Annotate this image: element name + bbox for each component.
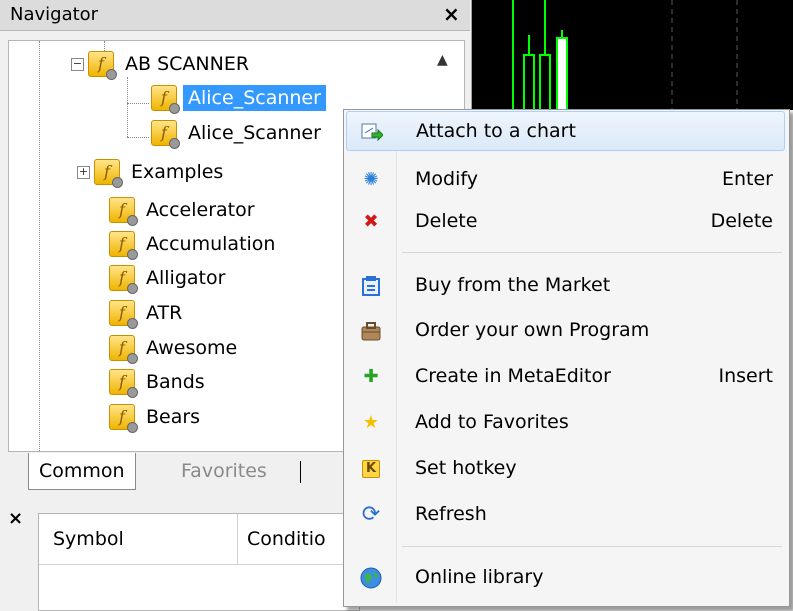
column-divider[interactable] <box>237 514 238 564</box>
navigator-close-icon[interactable]: × <box>443 2 460 26</box>
navigator-titlebar: Navigator × <box>0 0 470 31</box>
candle-body <box>523 54 535 110</box>
tree-item-alligator[interactable]: f Alligator <box>109 261 230 295</box>
indicator-icon: f <box>94 159 123 188</box>
tree-item-alice-scanner-1[interactable]: f Alice_Scanner <box>151 81 326 115</box>
menu-item-shortcut: Enter <box>722 168 773 190</box>
tree-guide-line <box>127 77 128 137</box>
expand-icon[interactable]: + <box>77 165 90 179</box>
bottom-panel-close-icon[interactable]: × <box>8 508 23 529</box>
column-header-symbol[interactable]: Symbol <box>53 514 124 564</box>
tree-item-alice-scanner-2[interactable]: f Alice_Scanner <box>151 116 326 150</box>
tree-item-label: ATR <box>146 302 183 324</box>
refresh-icon: ⟳ <box>361 502 381 527</box>
briefcase-icon <box>360 320 382 342</box>
tree-item-label: Awesome <box>146 337 238 359</box>
tree-item-label: Alice_Scanner <box>183 85 326 111</box>
tree-folder-ab-scanner[interactable]: − f AB SCANNER <box>71 47 254 81</box>
menu-item-label: Modify <box>415 168 478 190</box>
indicator-icon: f <box>109 265 138 294</box>
tree-guide-line <box>127 137 149 138</box>
chart-area[interactable] <box>472 0 793 110</box>
tree-item-label: Alice_Scanner <box>188 122 321 144</box>
tree-folder-examples[interactable]: + f Examples <box>77 155 228 189</box>
tree-item-bears[interactable]: f Bears <box>109 400 205 434</box>
column-header-condition[interactable]: Conditio <box>247 514 326 564</box>
candle-body <box>556 37 568 110</box>
tree-item-label: Accelerator <box>146 199 255 221</box>
menu-item-refresh[interactable]: ⟳ Refresh <box>346 495 785 535</box>
tree-item-label: Bears <box>146 406 201 428</box>
scroll-up-arrow-icon[interactable]: ▲ <box>437 52 448 68</box>
candle-body <box>539 54 551 110</box>
tree-guide-line <box>127 103 149 104</box>
menu-item-label: Add to Favorites <box>415 411 569 433</box>
gear-icon: ✺ <box>363 169 379 190</box>
indicator-icon: f <box>109 231 138 260</box>
menu-item-shortcut: Delete <box>710 210 773 232</box>
indicator-icon: f <box>109 404 138 433</box>
tree-guide-line <box>39 41 40 451</box>
tree-folder-label: AB SCANNER <box>125 53 250 75</box>
menu-item-label: Refresh <box>415 503 487 525</box>
menu-item-label: Set hotkey <box>415 457 517 479</box>
tree-item-label: Alligator <box>146 267 226 289</box>
menu-item-label: Delete <box>415 210 478 232</box>
menu-item-attach-to-chart[interactable]: Attach to a chart <box>346 111 785 151</box>
menu-item-online-library[interactable]: Online library <box>346 558 785 598</box>
menu-item-shortcut: Insert <box>718 365 774 387</box>
indicator-icon: f <box>109 197 138 226</box>
menu-item-buy-from-market[interactable]: Buy from the Market <box>346 266 785 306</box>
attach-chart-icon <box>361 121 384 143</box>
navigator-title: Navigator <box>10 4 99 25</box>
globe-icon <box>360 567 382 589</box>
menu-item-label: Online library <box>415 566 544 588</box>
tab-favorites[interactable]: Favorites <box>171 453 277 489</box>
menu-item-delete[interactable]: ✖ Delete Delete <box>346 202 785 242</box>
delete-x-icon: ✖ <box>363 211 379 232</box>
indicator-icon: f <box>151 120 180 149</box>
market-icon <box>360 275 382 297</box>
scanner-grid: Symbol Conditio <box>38 513 360 611</box>
indicator-icon: f <box>109 369 138 398</box>
indicator-icon: f <box>109 335 138 364</box>
tree-item-accelerator[interactable]: f Accelerator <box>109 193 260 227</box>
tree-item-awesome[interactable]: f Awesome <box>109 331 242 365</box>
plus-icon: ✚ <box>363 366 379 387</box>
menu-item-order-program[interactable]: Order your own Program <box>346 311 785 351</box>
tree-item-label: Accumulation <box>146 233 276 255</box>
menu-item-set-hotkey[interactable]: K Set hotkey <box>346 449 785 489</box>
tab-divider <box>300 461 301 483</box>
indicator-icon: f <box>151 85 180 114</box>
menu-item-label: Create in MetaEditor <box>415 365 611 387</box>
menu-item-label: Buy from the Market <box>415 274 611 296</box>
candlestick-chart <box>512 0 738 110</box>
hotkey-icon: K <box>362 460 380 478</box>
header-divider <box>39 564 359 565</box>
menu-item-label: Order your own Program <box>415 319 650 341</box>
tree-item-atr[interactable]: f ATR <box>109 296 187 330</box>
indicator-icon: f <box>109 300 138 329</box>
context-menu: Attach to a chart ✺ Modify Enter ✖ Delet… <box>343 109 790 607</box>
indicator-icon: f <box>88 51 117 80</box>
star-icon: ★ <box>362 412 380 433</box>
tree-item-label: Bands <box>146 371 205 393</box>
tree-item-accumulation[interactable]: f Accumulation <box>109 227 280 261</box>
menu-item-create-in-metaeditor[interactable]: ✚ Create in MetaEditor Insert <box>346 357 785 397</box>
menu-item-modify[interactable]: ✺ Modify Enter <box>346 160 785 200</box>
menu-item-add-to-favorites[interactable]: ★ Add to Favorites <box>346 403 785 443</box>
menu-separator <box>402 252 782 253</box>
collapse-icon[interactable]: − <box>71 57 84 71</box>
tree-item-label: Examples <box>131 161 224 183</box>
menu-separator <box>402 546 782 547</box>
tree-item-bands[interactable]: f Bands <box>109 365 210 399</box>
menu-item-label: Attach to a chart <box>416 120 576 142</box>
tab-common[interactable]: Common <box>28 453 136 490</box>
